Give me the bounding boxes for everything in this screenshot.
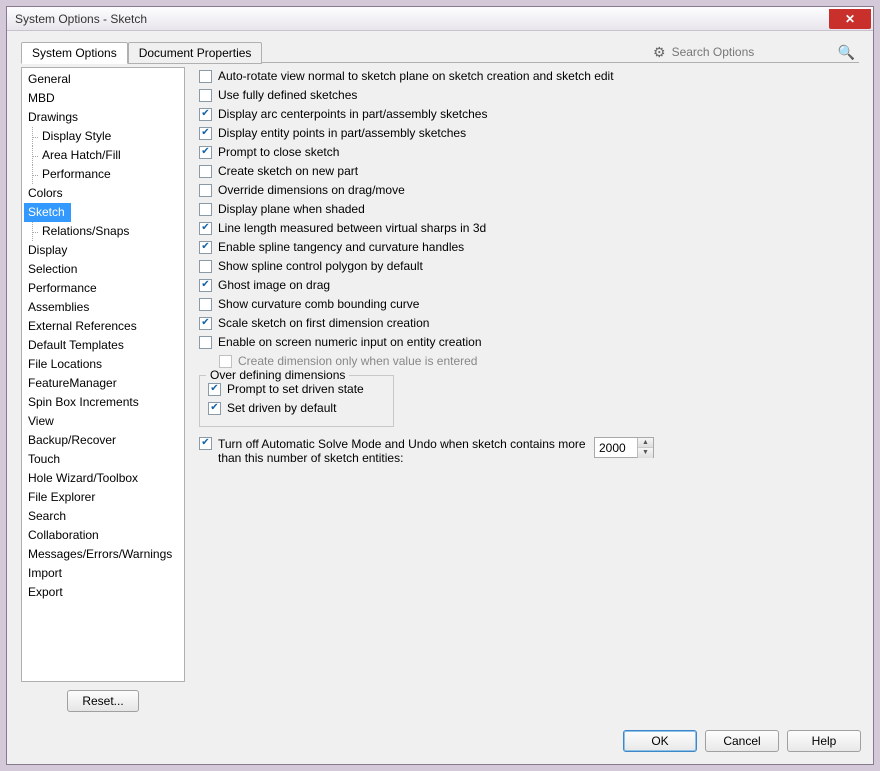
label-opt-5: Create sketch on new part [218,164,358,179]
tree-item-default-templates[interactable]: Default Templates [24,336,182,355]
label-opt-11: Ghost image on drag [218,278,330,293]
label-group-1: Set driven by default [227,401,336,416]
tree-item-mbd[interactable]: MBD [24,89,182,108]
reset-button[interactable]: Reset... [67,690,139,712]
label-create-dim-only: Create dimension only when value is ente… [238,354,477,369]
close-icon: ✕ [845,12,855,26]
label-opt-3: Display entity points in part/assembly s… [218,126,466,141]
label-opt-7: Display plane when shaded [218,202,365,217]
tree-item-collaboration[interactable]: Collaboration [24,526,182,545]
tree-item-hole-wizard-toolbox[interactable]: Hole Wizard/Toolbox [24,469,182,488]
tree-item-export[interactable]: Export [24,583,182,602]
tree-item-file-locations[interactable]: File Locations [24,355,182,374]
label-opt-8: Line length measured between virtual sha… [218,221,486,236]
tree-item-view[interactable]: View [24,412,182,431]
window-title: System Options - Sketch [15,12,147,26]
checkbox-group-1[interactable] [208,402,221,415]
label-opt-4: Prompt to close sketch [218,145,339,160]
label-opt-1: Use fully defined sketches [218,88,357,103]
ok-button[interactable]: OK [623,730,697,752]
tree-item-search[interactable]: Search [24,507,182,526]
close-button[interactable]: ✕ [829,9,871,29]
label-group-0: Prompt to set driven state [227,382,364,397]
checkbox-opt-7[interactable] [199,203,212,216]
spinner-up[interactable]: ▲ [638,438,653,448]
checkbox-opt-4[interactable] [199,146,212,159]
tree-item-area-hatch-fill[interactable]: Area Hatch/Fill [24,146,182,165]
checkbox-auto-solve-limit[interactable] [199,437,212,450]
system-options-dialog: System Options - Sketch ✕ System Options… [6,6,874,765]
tree-item-display[interactable]: Display [24,241,182,260]
checkbox-opt-11[interactable] [199,279,212,292]
entities-value[interactable]: 2000 [595,441,637,455]
over-defining-group: Over defining dimensions Prompt to set d… [199,375,394,427]
tab-system-options[interactable]: System Options [21,42,128,64]
tree-item-performance[interactable]: Performance [24,165,182,184]
tree-item-drawings[interactable]: Drawings [24,108,182,127]
titlebar: System Options - Sketch ✕ [7,7,873,31]
tree-item-featuremanager[interactable]: FeatureManager [24,374,182,393]
checkbox-opt-3[interactable] [199,127,212,140]
label-opt-2: Display arc centerpoints in part/assembl… [218,107,487,122]
label-opt-9: Enable spline tangency and curvature han… [218,240,464,255]
tree-item-selection[interactable]: Selection [24,260,182,279]
label-auto-solve-limit: Turn off Automatic Solve Mode and Undo w… [218,437,588,465]
label-opt-0: Auto-rotate view normal to sketch plane … [218,69,614,84]
tree-item-display-style[interactable]: Display Style [24,127,182,146]
checkbox-opt-8[interactable] [199,222,212,235]
help-button[interactable]: Help [787,730,861,752]
checkbox-create-dim-only [219,355,232,368]
search-icon: 🔍 [838,44,855,61]
checkbox-opt-2[interactable] [199,108,212,121]
label-opt-10: Show spline control polygon by default [218,259,423,274]
entities-spinner[interactable]: 2000 ▲ ▼ [594,437,654,458]
label-opt-14: Enable on screen numeric input on entity… [218,335,482,350]
label-opt-12: Show curvature comb bounding curve [218,297,419,312]
tree-item-sketch[interactable]: Sketch [24,203,71,222]
search-placeholder: Search Options [672,45,832,59]
checkbox-opt-12[interactable] [199,298,212,311]
label-opt-6: Override dimensions on drag/move [218,183,405,198]
label-opt-13: Scale sketch on first dimension creation [218,316,429,331]
tree-item-messages-errors-warnings[interactable]: Messages/Errors/Warnings [24,545,182,564]
checkbox-opt-1[interactable] [199,89,212,102]
tree-item-performance[interactable]: Performance [24,279,182,298]
tree-item-external-references[interactable]: External References [24,317,182,336]
options-panel: Auto-rotate view normal to sketch plane … [189,63,859,714]
tree-item-colors[interactable]: Colors [24,184,182,203]
checkbox-opt-9[interactable] [199,241,212,254]
tree-item-relations-snaps[interactable]: Relations/Snaps [24,222,182,241]
checkbox-opt-5[interactable] [199,165,212,178]
tree-item-general[interactable]: General [24,70,182,89]
tree-item-backup-recover[interactable]: Backup/Recover [24,431,182,450]
checkbox-group-0[interactable] [208,383,221,396]
category-tree[interactable]: GeneralMBDDrawingsDisplay StyleArea Hatc… [21,67,185,682]
tree-item-import[interactable]: Import [24,564,182,583]
tree-item-file-explorer[interactable]: File Explorer [24,488,182,507]
tree-item-spin-box-increments[interactable]: Spin Box Increments [24,393,182,412]
cancel-button[interactable]: Cancel [705,730,779,752]
checkbox-opt-14[interactable] [199,336,212,349]
search-options-box[interactable]: ⚙ Search Options 🔍 [649,41,859,63]
checkbox-opt-10[interactable] [199,260,212,273]
tree-item-touch[interactable]: Touch [24,450,182,469]
group-legend: Over defining dimensions [206,368,349,382]
tab-strip: System Options Document Properties [21,42,262,64]
checkbox-opt-13[interactable] [199,317,212,330]
tree-item-assemblies[interactable]: Assemblies [24,298,182,317]
checkbox-opt-0[interactable] [199,70,212,83]
tab-document-properties[interactable]: Document Properties [128,42,263,64]
gear-icon: ⚙ [653,44,666,61]
checkbox-opt-6[interactable] [199,184,212,197]
spinner-down[interactable]: ▼ [638,448,653,458]
